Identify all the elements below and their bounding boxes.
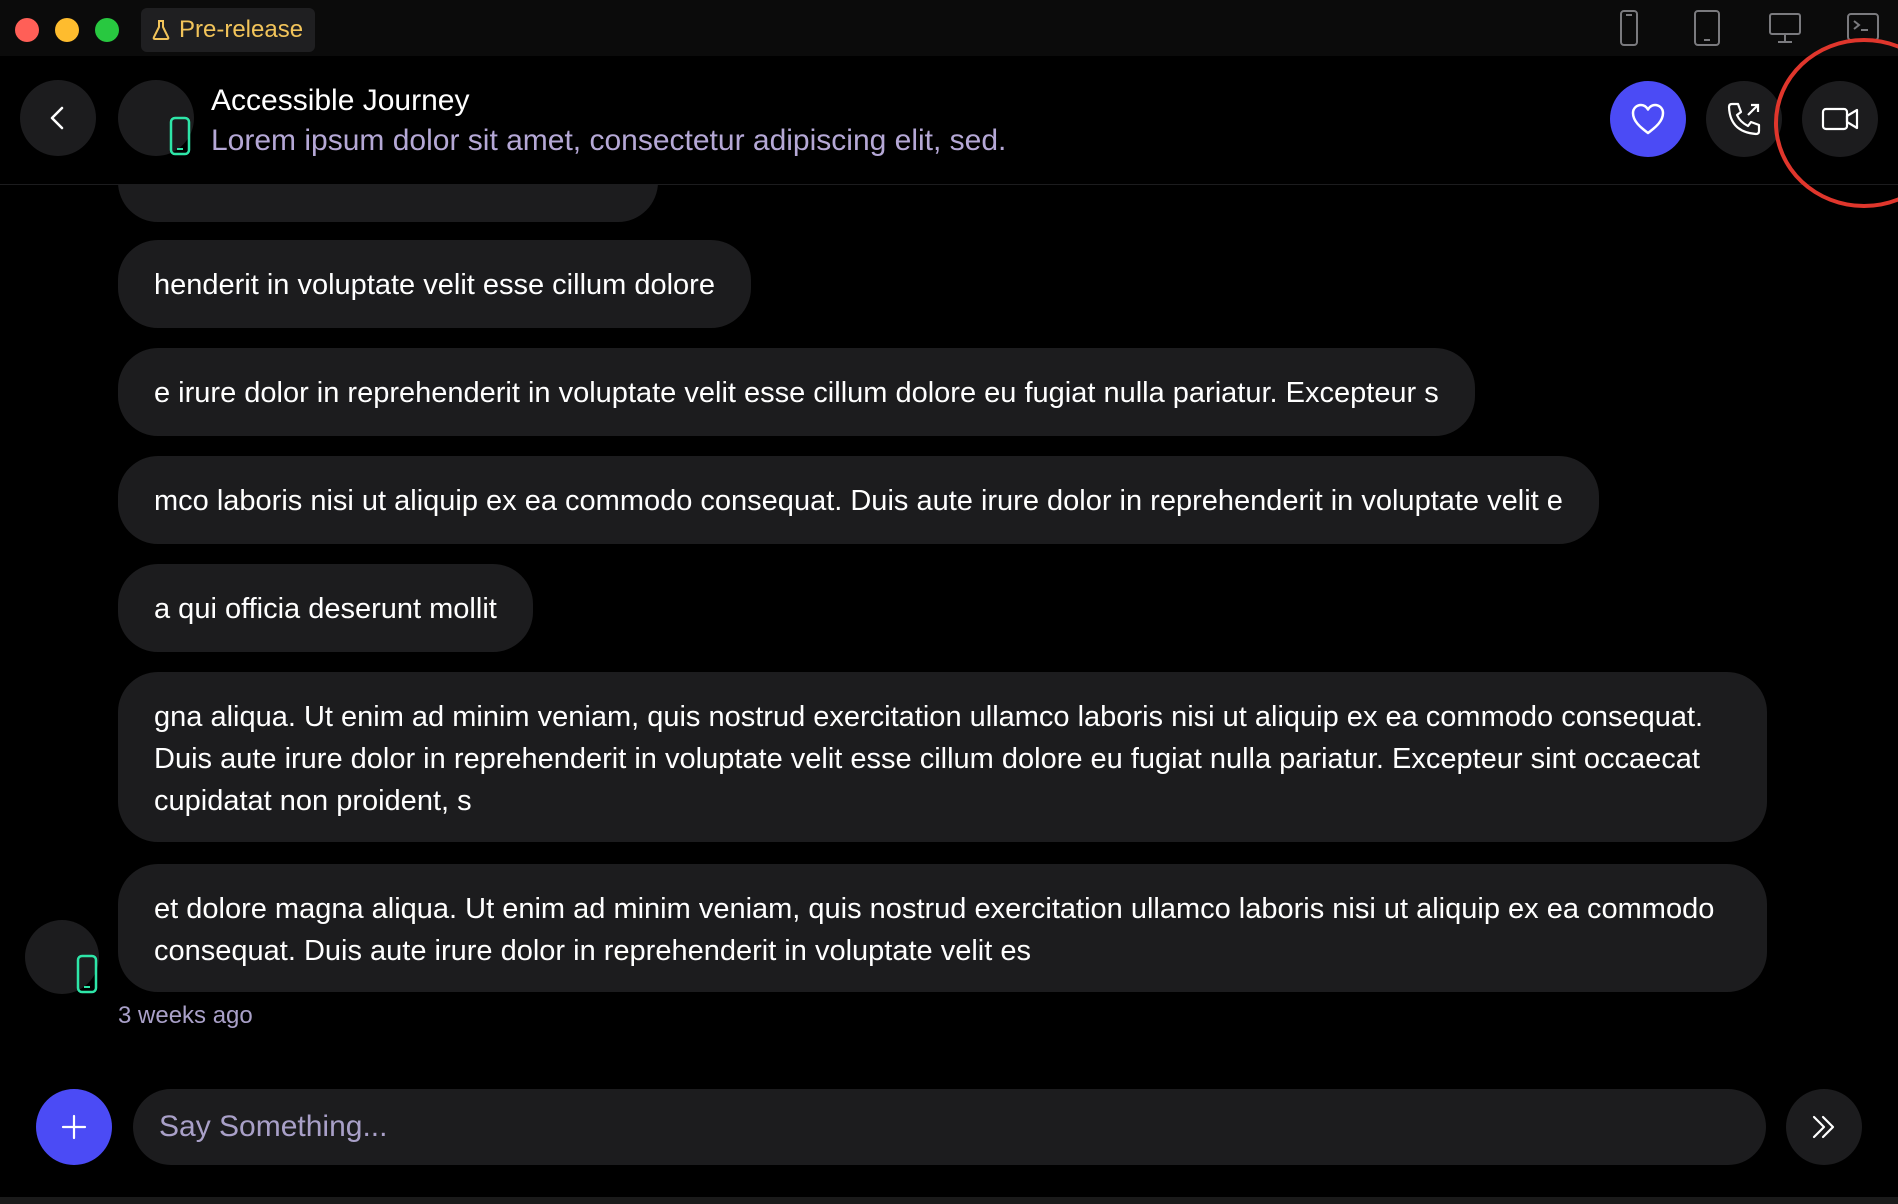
desktop-icon[interactable] bbox=[1768, 8, 1802, 48]
message-bubble: henderit in voluptate velit esse cillum … bbox=[118, 240, 751, 328]
plus-icon bbox=[61, 1114, 87, 1140]
mobile-device-icon bbox=[76, 954, 98, 994]
message-bubble: a qui officia deserunt mollit bbox=[118, 564, 533, 652]
flask-icon bbox=[152, 20, 170, 40]
message-list[interactable]: ip henderit in voluptate velit esse cill… bbox=[0, 184, 1898, 1064]
maximize-window-button[interactable] bbox=[95, 18, 119, 42]
minimize-window-button[interactable] bbox=[55, 18, 79, 42]
close-window-button[interactable] bbox=[15, 18, 39, 42]
prerelease-label: Pre-release bbox=[179, 16, 304, 43]
chevron-left-icon bbox=[50, 106, 64, 130]
message-composer bbox=[0, 1064, 1898, 1204]
message-bubble: et dolore magna aliqua. Ut enim ad minim… bbox=[118, 864, 1767, 992]
message-bubble: mco laboris nisi ut aliquip ex ea commod… bbox=[118, 456, 1599, 544]
phone-call-icon bbox=[1727, 102, 1761, 136]
double-chevron-right-icon bbox=[1812, 1115, 1835, 1139]
back-button[interactable] bbox=[20, 80, 96, 156]
add-attachment-button[interactable] bbox=[36, 1089, 112, 1165]
video-call-button[interactable] bbox=[1802, 81, 1878, 157]
prerelease-badge: Pre-release bbox=[141, 8, 315, 52]
message-input-container bbox=[133, 1089, 1766, 1165]
window-titlebar: Pre-release bbox=[0, 0, 1898, 57]
tablet-icon[interactable] bbox=[1690, 8, 1724, 48]
like-button[interactable] bbox=[1610, 81, 1686, 157]
message-bubble: gna aliqua. Ut enim ad minim veniam, qui… bbox=[118, 672, 1767, 842]
message-timestamp: 3 weeks ago bbox=[118, 1002, 253, 1029]
conversation-subtitle: Lorem ipsum dolor sit amet, consectetur … bbox=[211, 124, 1007, 157]
mobile-device-icon bbox=[169, 116, 191, 156]
contact-avatar[interactable] bbox=[118, 80, 194, 156]
message-input[interactable] bbox=[157, 1109, 1766, 1145]
conversation-title: Accessible Journey bbox=[211, 84, 470, 117]
video-camera-icon bbox=[1821, 107, 1859, 131]
sender-avatar[interactable] bbox=[25, 920, 99, 994]
message-bubble: ip bbox=[118, 184, 658, 222]
chat-header: Accessible Journey Lorem ipsum dolor sit… bbox=[0, 56, 1898, 185]
message-bubble: e irure dolor in reprehenderit in volupt… bbox=[118, 348, 1475, 436]
phone-icon[interactable] bbox=[1612, 8, 1646, 48]
window-bottom-edge bbox=[0, 1197, 1898, 1204]
terminal-icon[interactable] bbox=[1846, 8, 1880, 48]
device-preview-toolbar bbox=[1612, 8, 1898, 48]
send-button[interactable] bbox=[1786, 1089, 1862, 1165]
heart-icon bbox=[1631, 103, 1665, 135]
voice-call-button[interactable] bbox=[1706, 81, 1782, 157]
